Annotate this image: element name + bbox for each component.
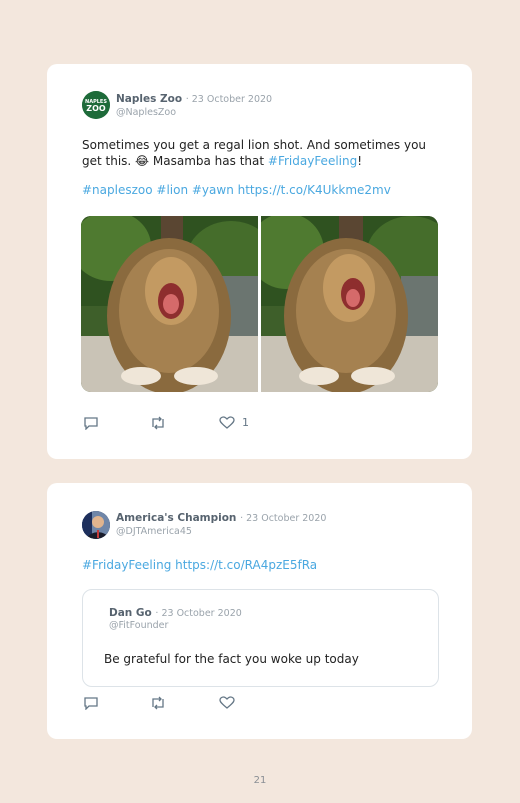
like-count: 1	[242, 416, 249, 429]
reply-icon[interactable]	[83, 415, 99, 434]
friday-feeling-hashtag[interactable]: #FridayFeeling	[268, 154, 357, 168]
naples-zoo-logo: NAPLES ZOO	[82, 91, 110, 119]
lion-photo-left[interactable]	[81, 216, 258, 392]
tweet-date: · 23 October 2020	[240, 513, 327, 524]
quoted-tweet[interactable]: Dan Go · 23 October 2020 @FitFounder Be …	[82, 589, 439, 687]
quoted-tweet-date: · 23 October 2020	[155, 608, 242, 619]
quoted-author-handle[interactable]: @FitFounder	[109, 620, 168, 631]
svg-text:ZOO: ZOO	[86, 104, 106, 113]
author-handle[interactable]: @DJTAmerica45	[116, 526, 192, 537]
person-photo-icon	[82, 511, 110, 539]
tweet-text-link[interactable]: #FridayFeeling https://t.co/RA4pzE5fRa	[82, 557, 317, 573]
reply-icon[interactable]	[83, 695, 99, 714]
tweet-date: · 23 October 2020	[185, 94, 273, 105]
naples-zoo-avatar[interactable]: NAPLES ZOO	[82, 91, 110, 119]
retweet-icon[interactable]	[149, 415, 167, 434]
quoted-tweet-text: Be grateful for the fact you woke up tod…	[104, 652, 359, 666]
like-icon[interactable]	[219, 695, 235, 714]
tweet-card-naples-zoo: NAPLES ZOO Naples Zoo · 23 October 2020 …	[47, 64, 472, 459]
hashtags-link-line[interactable]: #napleszoo #lion #yawn https://t.co/K4Uk…	[82, 182, 391, 198]
author-name[interactable]: Naples Zoo · 23 October 2020	[116, 93, 272, 105]
lion-photo-right[interactable]	[261, 216, 438, 392]
author-handle[interactable]: @NaplesZoo	[116, 107, 176, 118]
author-name[interactable]: America's Champion · 23 October 2020	[116, 512, 326, 524]
like-icon[interactable]	[219, 415, 235, 434]
tweet-text: Sometimes you get a regal lion shot. And…	[82, 138, 427, 168]
retweet-icon[interactable]	[149, 695, 167, 714]
americas-champion-avatar[interactable]	[82, 511, 110, 539]
quoted-author-name[interactable]: Dan Go · 23 October 2020	[109, 607, 242, 619]
page-number: 21	[253, 775, 267, 786]
tweet-card-americas-champion: America's Champion · 23 October 2020 @DJ…	[47, 483, 472, 739]
